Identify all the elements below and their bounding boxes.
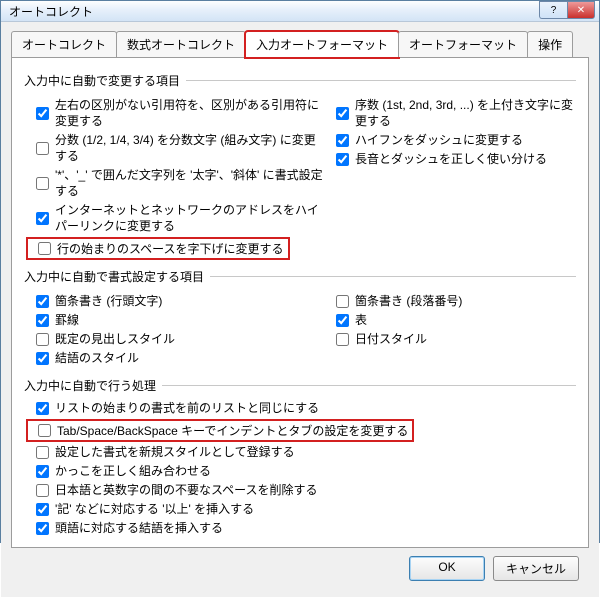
dialog-window: オートコレクト ? ✕ オートコレクト 数式オートコレクト 入力オートフォーマッ… [0, 0, 600, 543]
tab-strip: オートコレクト 数式オートコレクト 入力オートフォーマット オートフォーマット … [11, 30, 589, 57]
dialog-body: オートコレクト 数式オートコレクト 入力オートフォーマット オートフォーマット … [1, 22, 599, 597]
opt-insert-salutation-closing[interactable]: 頭語に対応する結語を挿入する [36, 520, 576, 536]
tab-autoformat[interactable]: オートフォーマット [398, 31, 528, 57]
tab-pane: 入力中に自動で変更する項目 左右の区別がない引用符を、区別がある引用符に変更する… [11, 57, 589, 548]
opt-insert-closing[interactable]: '記' などに対応する '以上' を挿入する [36, 501, 576, 517]
highlight-tab-indent: Tab/Space/BackSpace キーでインデントとタブの設定を変更する [26, 419, 414, 442]
opt-date-style[interactable]: 日付スタイル [336, 331, 576, 347]
highlight-indent-spaces: 行の始まりのスペースを字下げに変更する [26, 237, 290, 260]
tab-actions[interactable]: 操作 [527, 31, 573, 57]
opt-define-styles[interactable]: 設定した書式を新規スタイルとして登録する [36, 444, 576, 460]
opt-bullet-list[interactable]: 箇条書き (行頭文字) [36, 293, 324, 309]
opt-list-format[interactable]: リストの始まりの書式を前のリストと同じにする [36, 400, 576, 416]
opt-ordinals[interactable]: 序数 (1st, 2nd, 3rd, ...) を上付き文字に変更する [336, 97, 576, 129]
titlebar: オートコレクト ? ✕ [1, 1, 599, 22]
cancel-button[interactable]: キャンセル [493, 556, 579, 581]
opt-smart-quotes[interactable]: 左右の区別がない引用符を、区別がある引用符に変更する [36, 97, 324, 129]
section-replace: 入力中に自動で変更する項目 [24, 72, 576, 89]
ok-button[interactable]: OK [409, 556, 485, 581]
close-button[interactable]: ✕ [567, 1, 595, 19]
opt-number-list[interactable]: 箇条書き (段落番号) [336, 293, 576, 309]
window-buttons: ? ✕ [539, 1, 595, 21]
opt-long-sound-dash[interactable]: 長音とダッシュを正しく使い分ける [336, 151, 576, 167]
tab-math-autocorrect[interactable]: 数式オートコレクト [116, 31, 246, 57]
opt-tab-indent[interactable]: Tab/Space/BackSpace キーでインデントとタブの設定を変更する [38, 422, 408, 439]
opt-indent-spaces[interactable]: 行の始まりのスペースを字下げに変更する [38, 240, 284, 257]
section-apply: 入力中に自動で書式設定する項目 [24, 268, 576, 285]
opt-border-lines[interactable]: 罫線 [36, 312, 324, 328]
section-auto: 入力中に自動で行う処理 [24, 377, 576, 394]
opt-delete-spaces[interactable]: 日本語と英数字の間の不要なスペースを削除する [36, 482, 576, 498]
opt-tables[interactable]: 表 [336, 312, 576, 328]
opt-match-parens[interactable]: かっこを正しく組み合わせる [36, 463, 576, 479]
tab-autoformat-as-you-type[interactable]: 入力オートフォーマット [245, 31, 399, 58]
opt-closing-style[interactable]: 結語のスタイル [36, 350, 324, 366]
tab-autocorrect[interactable]: オートコレクト [11, 31, 117, 57]
dialog-footer: OK キャンセル [11, 548, 589, 591]
opt-bold-italic[interactable]: '*'、'_' で囲んだ文字列を '太字'、'斜体' に書式設定する [36, 167, 324, 199]
help-button[interactable]: ? [539, 1, 567, 19]
opt-hyperlinks[interactable]: インターネットとネットワークのアドレスをハイパーリンクに変更する [36, 202, 324, 234]
window-title: オートコレクト [9, 3, 539, 20]
opt-heading-styles[interactable]: 既定の見出しスタイル [36, 331, 324, 347]
opt-fractions[interactable]: 分数 (1/2, 1/4, 3/4) を分数文字 (組み文字) に変更する [36, 132, 324, 164]
opt-hyphen-dash[interactable]: ハイフンをダッシュに変更する [336, 132, 576, 148]
